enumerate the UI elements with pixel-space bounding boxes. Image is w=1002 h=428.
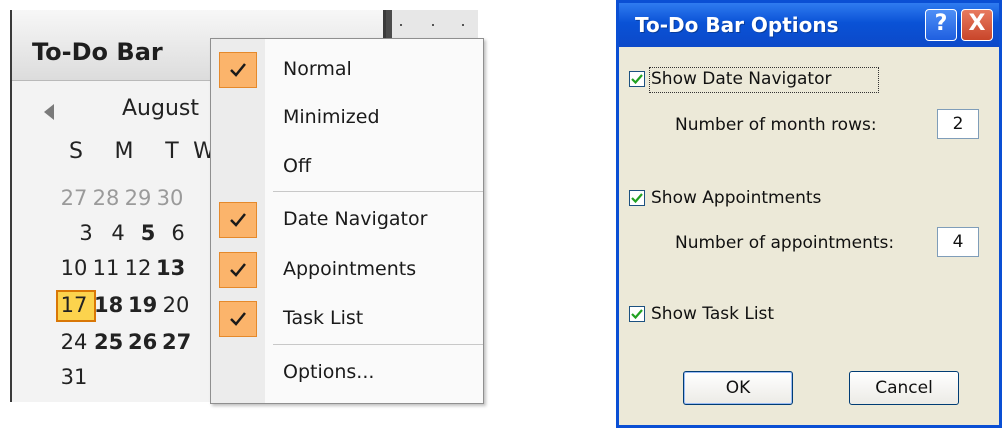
appointments-count-label: Number of appointments: (675, 233, 895, 253)
menu-item-label: Date Navigator (283, 208, 428, 230)
calendar-day[interactable]: 26 (128, 330, 157, 354)
menu-separator (273, 191, 483, 192)
calendar-day[interactable]: 27 (162, 330, 191, 354)
calendar-day[interactable]: 5 (134, 221, 162, 245)
ruler-tick (462, 24, 464, 26)
show-date-navigator-label[interactable]: Show Date Navigator (651, 69, 832, 89)
calendar-day[interactable]: 3 (72, 221, 100, 245)
show-appointments-label[interactable]: Show Appointments (651, 188, 821, 208)
menu-item-minimized[interactable]: Minimized (211, 96, 483, 140)
calendar-day[interactable]: 29 (124, 186, 152, 210)
menu-item-label: Appointments (283, 258, 417, 280)
menu-separator (273, 344, 483, 345)
check-icon (219, 252, 257, 288)
menu-item-appointments[interactable]: Appointments (211, 248, 483, 292)
menu-item-label: Off (283, 155, 312, 177)
calendar-day[interactable]: 31 (60, 365, 88, 389)
month-rows-label: Number of month rows: (675, 115, 877, 135)
appointments-count-input[interactable]: 4 (937, 227, 979, 257)
weekday-header: M (114, 139, 134, 164)
dialog-title-bar[interactable]: To-Do Bar Options ? X (619, 3, 999, 47)
show-appointments-checkbox[interactable] (629, 190, 645, 206)
dialog-title: To-Do Bar Options (635, 13, 839, 37)
ruler-tick (400, 24, 402, 26)
calendar-day[interactable]: 24 (60, 330, 88, 354)
todo-bar-options-dialog: To-Do Bar Options ? X Show Date Navigato… (616, 0, 1002, 428)
calendar-day[interactable]: 13 (156, 256, 185, 280)
menu-item-label: Task List (283, 307, 364, 329)
check-icon (219, 301, 257, 337)
menu-item-off[interactable]: Off (211, 145, 483, 189)
menu-item-label: Minimized (283, 106, 380, 128)
calendar-prev-month-icon[interactable] (44, 104, 54, 120)
calendar-day[interactable]: 4 (104, 221, 132, 245)
menu-item-label: Options... (283, 361, 375, 383)
help-icon: ? (934, 11, 948, 36)
cancel-button[interactable]: Cancel (849, 371, 959, 405)
ok-button[interactable]: OK (683, 371, 793, 405)
menu-item-label: Normal (283, 58, 352, 80)
calendar-day[interactable]: 28 (92, 186, 120, 210)
ruler-tick (432, 24, 434, 26)
calendar-day[interactable]: 19 (128, 293, 157, 317)
menu-item-normal[interactable]: Normal (211, 48, 483, 92)
weekday-header: S (69, 139, 83, 164)
calendar-day[interactable]: 10 (60, 256, 88, 280)
show-task-list-checkbox[interactable] (629, 306, 645, 322)
calendar-day-today[interactable]: 17 (60, 293, 88, 317)
weekday-header: T (165, 139, 179, 164)
calendar-day[interactable]: 25 (94, 330, 123, 354)
menu-item-task-list[interactable]: Task List (211, 297, 483, 341)
calendar-day[interactable]: 18 (94, 293, 123, 317)
todo-bar-context-menu: Normal Minimized Off Date Navigator Appo… (210, 38, 484, 404)
show-task-list-label[interactable]: Show Task List (651, 304, 774, 324)
check-icon (219, 52, 257, 88)
close-icon: X (968, 11, 986, 36)
calendar-day[interactable]: 6 (164, 221, 192, 245)
close-button[interactable]: X (961, 9, 993, 41)
menu-item-date-navigator[interactable]: Date Navigator (211, 198, 483, 242)
todo-bar-title: To-Do Bar (32, 38, 163, 66)
calendar-day[interactable]: 30 (156, 186, 184, 210)
calendar-day[interactable]: 20 (162, 293, 190, 317)
month-rows-input[interactable]: 2 (937, 109, 979, 139)
calendar-day[interactable]: 27 (60, 186, 88, 210)
check-icon (219, 202, 257, 238)
calendar-day[interactable]: 11 (92, 256, 120, 280)
menu-item-options[interactable]: Options... (211, 351, 483, 395)
help-button[interactable]: ? (925, 9, 957, 41)
calendar-month-label: August (122, 96, 199, 121)
calendar-day[interactable]: 12 (124, 256, 152, 280)
show-date-navigator-checkbox[interactable] (629, 71, 645, 87)
